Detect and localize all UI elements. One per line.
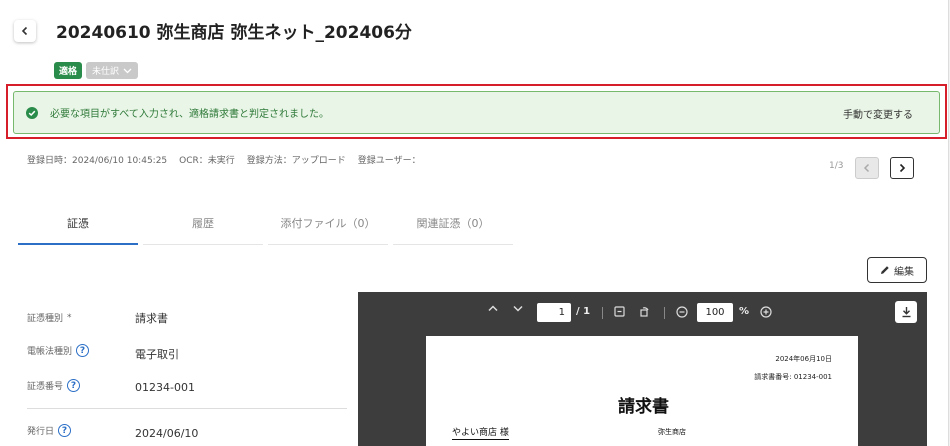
back-button[interactable] <box>14 20 36 42</box>
page-down-button[interactable] <box>513 305 523 312</box>
alert-message: 必要な項目がすべて入力され、適格請求書と判定されました。 <box>50 109 329 120</box>
journal-status-label: 未仕訳 <box>92 67 120 77</box>
previous-page-button[interactable] <box>855 157 879 179</box>
document-date: 2024年06月10日 <box>775 355 832 363</box>
registration-meta: 登録日時：2024/06/10 10:45:25 OCR：未実行 登録方法：アッ… <box>27 153 421 166</box>
zoom-out-button[interactable] <box>676 306 688 318</box>
app-frame: 20240610 弥生商店 弥生ネット_202406分 適格 未仕訳 必要な項目… <box>0 0 949 446</box>
page-title: 20240610 弥生商店 弥生ネット_202406分 <box>56 23 412 43</box>
edit-button[interactable]: 編集 <box>867 257 927 283</box>
download-icon <box>902 307 910 318</box>
chevron-up-icon <box>488 305 498 312</box>
registered-at: 登録日時：2024/06/10 10:45:25 <box>27 156 168 166</box>
tab-voucher[interactable]: 証憑 <box>18 202 138 245</box>
field-label-voucher-type: 証憑種別 * <box>27 311 72 325</box>
chevron-down-icon <box>513 305 523 312</box>
chevron-down-icon <box>123 68 132 73</box>
status-badges: 適格 未仕訳 <box>54 62 139 79</box>
zoom-out-icon <box>676 306 688 318</box>
zoom-in-icon <box>760 306 772 318</box>
next-page-button[interactable] <box>890 157 914 179</box>
chevron-right-icon <box>899 163 906 173</box>
help-icon[interactable]: ? <box>58 424 72 437</box>
journal-status-dropdown[interactable]: 未仕訳 <box>86 62 139 79</box>
required-mark: * <box>67 312 72 323</box>
field-label-ebook-type: 電帳法種別 ? <box>27 344 90 357</box>
ocr-status: OCR：未実行 <box>179 156 235 166</box>
document-invoice-number: 請求書番号: 01234-001 <box>754 373 832 381</box>
ebook-type-label: 電帳法種別 <box>27 347 73 357</box>
voucher-number-value: 01234-001 <box>135 381 195 394</box>
fit-page-button[interactable] <box>614 306 625 317</box>
document-page: 2024年06月10日 請求書番号: 01234-001 請求書 やよい商店 様… <box>426 336 858 446</box>
ebook-type-value: 電子取引 <box>135 348 179 361</box>
registered-user: 登録ユーザー： <box>357 156 421 166</box>
pdf-toolbar: 1 / 1 100 % <box>358 292 927 332</box>
voucher-number-label: 証憑番号 <box>27 382 64 392</box>
page-total: / 1 <box>576 306 591 317</box>
document-recipient: やよい商店 様 <box>452 425 509 440</box>
help-icon[interactable]: ? <box>76 344 90 357</box>
issue-date-label: 発行日 <box>27 427 55 437</box>
document-title: 請求書 <box>618 397 669 417</box>
edit-label: 編集 <box>894 266 914 278</box>
pencil-icon <box>881 266 889 274</box>
qualified-badge: 適格 <box>54 62 83 79</box>
page-number-input[interactable]: 1 <box>537 303 571 322</box>
chevron-left-icon <box>863 163 870 173</box>
manual-change-link[interactable]: 手動で変更する <box>843 106 913 121</box>
pdf-viewer: 1 / 1 100 % 2024年06月10日 請求書番号: 01234-001… <box>358 292 927 446</box>
toolbar-divider <box>602 307 603 319</box>
tab-history[interactable]: 履歴 <box>143 202 263 245</box>
fit-page-icon <box>614 306 625 317</box>
registration-method: 登録方法：アップロード <box>246 156 346 166</box>
zoom-unit: % <box>739 306 750 317</box>
rotate-button[interactable] <box>639 305 650 317</box>
document-issuer: 弥生商店 <box>658 428 686 436</box>
field-label-issue-date: 発行日 ? <box>27 424 72 437</box>
download-button[interactable] <box>895 301 917 323</box>
voucher-type-label: 証憑種別 <box>27 314 64 324</box>
field-label-voucher-number: 証憑番号 ? <box>27 379 81 392</box>
check-circle-icon <box>26 106 38 119</box>
toolbar-divider <box>664 307 665 319</box>
rotate-icon <box>640 307 649 317</box>
issue-date-value: 2024/06/10 <box>135 427 199 440</box>
zoom-in-button[interactable] <box>760 306 772 318</box>
pager-position: 1/3 <box>829 161 844 171</box>
help-icon[interactable]: ? <box>67 379 81 392</box>
field-divider <box>27 408 347 409</box>
zoom-input[interactable]: 100 <box>697 303 733 322</box>
voucher-type-value: 請求書 <box>135 312 168 325</box>
chevron-left-icon <box>21 26 28 36</box>
page-up-button[interactable] <box>488 305 498 312</box>
tab-related-vouchers[interactable]: 関連証憑（0） <box>393 202 513 245</box>
judgement-alert: 必要な項目がすべて入力され、適格請求書と判定されました。 手動で変更する <box>13 91 940 134</box>
tab-attachments[interactable]: 添付ファイル（0） <box>268 202 388 245</box>
